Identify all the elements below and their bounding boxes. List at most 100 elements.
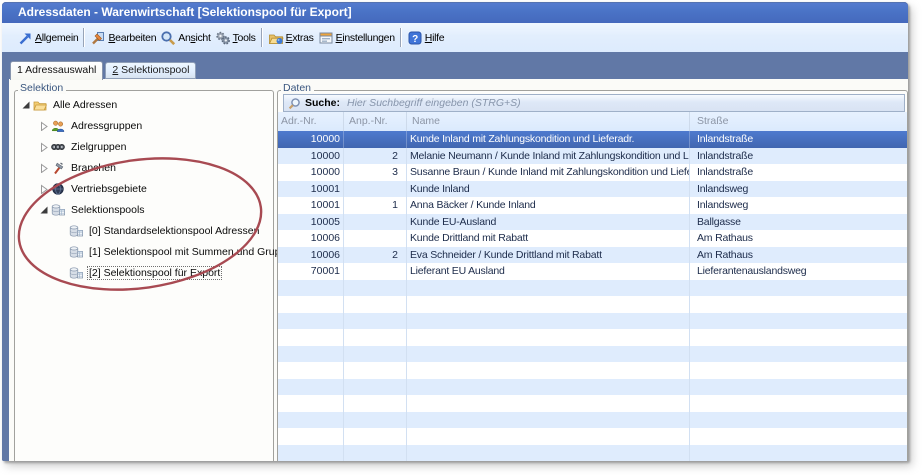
- expander-expanded-icon[interactable]: [39, 205, 49, 215]
- cell-name: [407, 329, 690, 346]
- cell-strasse[interactable]: Ballgasse: [690, 214, 907, 231]
- tree-item-branchen[interactable]: Branchen: [16, 157, 272, 178]
- cell-name: [407, 445, 690, 462]
- table-row-empty: [278, 379, 907, 396]
- tree-item-vertriebsgebiete[interactable]: Vertriebsgebiete: [16, 178, 272, 199]
- expander-placeholder: [57, 226, 67, 236]
- tree-item-adressgruppen[interactable]: Adressgruppen: [16, 115, 272, 136]
- table-row-empty: [278, 428, 907, 445]
- toolbar-button-label: Allgemein: [35, 32, 78, 44]
- toolbar-button-bearbeiten[interactable]: Bearbeiten: [88, 28, 158, 48]
- table-row[interactable]: 10001 Kunde InlandInlandsweg: [278, 181, 907, 198]
- cell-adr[interactable]: 10000: [278, 148, 344, 165]
- table-row-empty: [278, 445, 907, 462]
- table-row[interactable]: 100002Melanie Neumann / Kunde Inland mit…: [278, 148, 907, 165]
- table-row[interactable]: 10000 Kunde Inland mit Zahlungskondition …: [278, 131, 907, 148]
- tab-selektionspool[interactable]: 2 Selektionspool: [105, 62, 196, 79]
- cell-name[interactable]: Kunde Inland mit Zahlungskondition und L…: [407, 131, 690, 148]
- tree-item-zielgruppen[interactable]: Zielgruppen: [16, 136, 272, 157]
- cell-adr[interactable]: 10006: [278, 247, 344, 264]
- cell-adr[interactable]: 70001: [278, 263, 344, 280]
- table-row[interactable]: 100062Eva Schneider / Kunde Drittland mi…: [278, 247, 907, 264]
- tree-item-alle-adressen[interactable]: Alle Adressen: [16, 94, 272, 115]
- cell-name: [407, 296, 690, 313]
- tab-adressauswahl[interactable]: 1 Adressauswahl: [10, 61, 103, 80]
- search-label: Suche:: [305, 97, 340, 109]
- cell-name[interactable]: Kunde Drittland mit Rabatt: [407, 230, 690, 247]
- cell-name[interactable]: Susanne Braun / Kunde Inland mit Zahlung…: [407, 164, 690, 181]
- cell-strasse[interactable]: Inlandstraße: [690, 164, 907, 181]
- cell-adr[interactable]: 10005: [278, 214, 344, 231]
- cell-anp[interactable]: [344, 263, 407, 280]
- cell-strasse: [690, 412, 907, 429]
- expander-expanded-icon[interactable]: [21, 100, 31, 110]
- cell-name[interactable]: Anna Bäcker / Kunde Inland: [407, 197, 690, 214]
- tree-item-1-selektionspool-mit-summen-und-grupp[interactable]: [1] Selektionspool mit Summen und Grupp: [16, 241, 272, 262]
- table-row[interactable]: 10006 Kunde Drittland mit RabattAm Rathau…: [278, 230, 907, 247]
- sales-regions-icon: [51, 182, 65, 196]
- table-row[interactable]: 70001 Lieferant EU AuslandLieferantenausl…: [278, 263, 907, 280]
- cell-anp[interactable]: [344, 131, 407, 148]
- table-row-empty: [278, 329, 907, 346]
- expander-collapsed-icon[interactable]: [39, 121, 49, 131]
- cell-anp: [344, 329, 407, 346]
- cell-adr[interactable]: 10006: [278, 230, 344, 247]
- cell-name[interactable]: Melanie Neumann / Kunde Inland mit Zahlu…: [407, 148, 690, 165]
- cell-anp[interactable]: [344, 214, 407, 231]
- cell-strasse[interactable]: Inlandsweg: [690, 197, 907, 214]
- expander-collapsed-icon[interactable]: [39, 142, 49, 152]
- tree-indent: [16, 251, 57, 252]
- cell-name: [407, 313, 690, 330]
- toolbar-button-label: Einstellungen: [336, 32, 395, 44]
- toolbar-button-hilfe[interactable]: ?Hilfe: [405, 28, 447, 48]
- column-header-straße[interactable]: Straße: [690, 112, 907, 131]
- table-row[interactable]: 100011Anna Bäcker / Kunde InlandInlandsw…: [278, 197, 907, 214]
- cell-strasse[interactable]: Am Rathaus: [690, 247, 907, 264]
- cell-name[interactable]: Kunde Inland: [407, 181, 690, 198]
- cell-adr[interactable]: 10000: [278, 131, 344, 148]
- cell-name[interactable]: Eva Schneider / Kunde Drittland mit Raba…: [407, 247, 690, 264]
- cell-anp[interactable]: 3: [344, 164, 407, 181]
- cell-strasse[interactable]: Am Rathaus: [690, 230, 907, 247]
- tree-item-0-standardselektionspool-adressen[interactable]: [0] Standardselektionspool Adressen: [16, 220, 272, 241]
- toolbar-button-extras[interactable]: Extras: [266, 28, 316, 48]
- column-header-name[interactable]: Name: [407, 112, 690, 131]
- column-header-anp-nr[interactable]: Anp.-Nr.: [344, 112, 407, 131]
- toolbar-button-tools[interactable]: Tools: [213, 28, 258, 48]
- cell-strasse[interactable]: Inlandsweg: [690, 181, 907, 198]
- cell-strasse[interactable]: Lieferantenauslandsweg: [690, 263, 907, 280]
- cell-adr[interactable]: 10000: [278, 164, 344, 181]
- column-header-adr-nr[interactable]: Adr.-Nr.: [278, 112, 344, 131]
- tree-item-label: Branchen: [69, 161, 118, 175]
- svg-text:?: ?: [412, 34, 418, 45]
- screenshot-canvas: Adressdaten - Warenwirtschaft [Selektion…: [0, 0, 923, 475]
- cell-anp[interactable]: 2: [344, 247, 407, 264]
- table-row[interactable]: 10005 Kunde EU-AuslandBallgasse: [278, 214, 907, 231]
- expander-collapsed-icon[interactable]: [39, 184, 49, 194]
- cell-adr: [278, 445, 344, 462]
- cell-anp[interactable]: 1: [344, 197, 407, 214]
- title-bar[interactable]: Adressdaten - Warenwirtschaft [Selektion…: [2, 2, 908, 23]
- toolbar-button-ansicht[interactable]: Ansicht: [158, 28, 212, 48]
- cell-strasse[interactable]: Inlandstraße: [690, 131, 907, 148]
- tree-item-selektionspools[interactable]: Selektionspools: [16, 199, 272, 220]
- search-bar[interactable]: Suche: Hier Suchbegriff eingeben (STRG+S…: [283, 94, 905, 112]
- table-row[interactable]: 100003Susanne Braun / Kunde Inland mit Z…: [278, 164, 907, 181]
- cell-adr[interactable]: 10001: [278, 181, 344, 198]
- toolbar-button-allgemein[interactable]: Allgemein: [15, 28, 80, 48]
- cell-adr[interactable]: 10001: [278, 197, 344, 214]
- expander-collapsed-icon[interactable]: [39, 163, 49, 173]
- cell-adr: [278, 296, 344, 313]
- cell-anp[interactable]: [344, 181, 407, 198]
- tree-item-2-selektionspool-für-export[interactable]: [2] Selektionspool für Export: [16, 262, 272, 283]
- cell-adr: [278, 428, 344, 445]
- cell-anp[interactable]: 2: [344, 148, 407, 165]
- cell-name[interactable]: Kunde EU-Ausland: [407, 214, 690, 231]
- tree-item-label: [1] Selektionspool mit Summen und Grupp: [87, 245, 288, 259]
- tools-gears-icon: [215, 30, 231, 46]
- cell-anp[interactable]: [344, 230, 407, 247]
- cell-strasse[interactable]: Inlandstraße: [690, 148, 907, 165]
- toolbar-button-einstellungen[interactable]: Einstellungen: [316, 28, 397, 48]
- cell-name[interactable]: Lieferant EU Ausland: [407, 263, 690, 280]
- cell-name: [407, 379, 690, 396]
